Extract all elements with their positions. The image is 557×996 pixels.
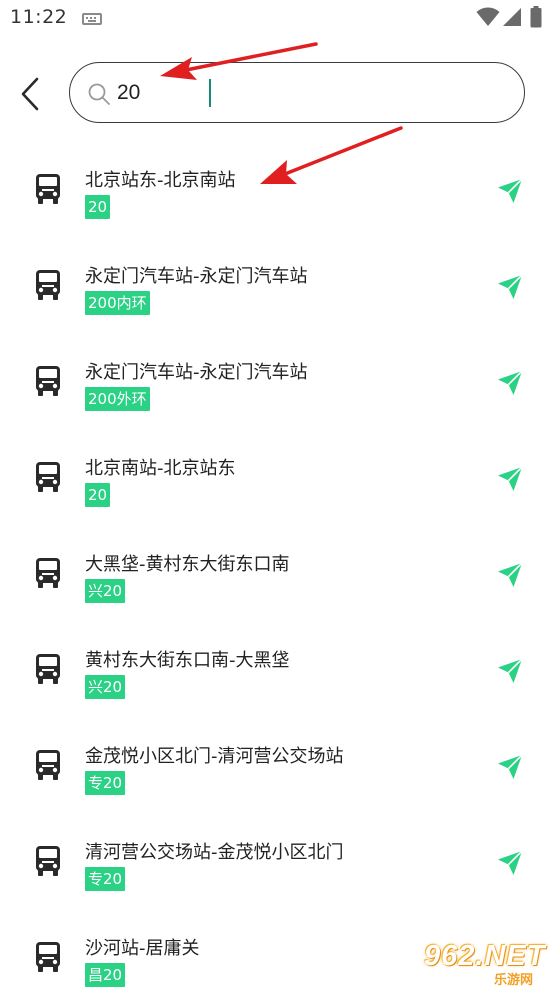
bus-icon — [36, 462, 60, 492]
navigate-icon[interactable] — [496, 849, 524, 877]
route-name: 黄村东大街东口南-大黑垡 — [85, 650, 290, 671]
bus-icon — [36, 750, 60, 780]
route-name: 大黑垡-黄村东大街东口南 — [85, 554, 290, 575]
list-item[interactable]: 沙河站-居庸关 昌20 — [0, 900, 557, 996]
list-item[interactable]: 北京南站-北京站东 20 — [0, 420, 557, 516]
search-input[interactable] — [117, 77, 497, 109]
navigate-icon[interactable] — [496, 561, 524, 589]
bus-icon — [36, 174, 60, 204]
route-number-badge: 专20 — [85, 867, 126, 891]
route-number-badge: 200外环 — [85, 387, 150, 411]
navigate-icon[interactable] — [496, 273, 524, 301]
search-box[interactable] — [69, 62, 525, 123]
list-item[interactable]: 永定门汽车站-永定门汽车站 200外环 — [0, 324, 557, 420]
route-number-badge: 昌20 — [85, 963, 126, 987]
route-number-badge: 兴20 — [85, 579, 126, 603]
status-bar: 11:22 — [0, 0, 557, 38]
status-time: 11:22 — [10, 6, 68, 28]
bus-icon — [36, 558, 60, 588]
list-item[interactable]: 永定门汽车站-永定门汽车站 200内环 — [0, 228, 557, 324]
list-item[interactable]: 黄村东大街东口南-大黑垡 兴20 — [0, 612, 557, 708]
navigate-icon[interactable] — [496, 657, 524, 685]
route-name: 沙河站-居庸关 — [85, 938, 200, 959]
navigate-icon[interactable] — [496, 465, 524, 493]
route-number-badge: 200内环 — [85, 291, 150, 315]
chevron-left-icon — [21, 77, 39, 111]
route-name: 清河营公交场站-金茂悦小区北门 — [85, 842, 344, 863]
navigate-icon[interactable] — [496, 753, 524, 781]
route-name: 永定门汽车站-永定门汽车站 — [85, 362, 308, 383]
list-item[interactable]: 金茂悦小区北门-清河营公交场站 专20 — [0, 708, 557, 804]
list-item[interactable]: 清河营公交场站-金茂悦小区北门 专20 — [0, 804, 557, 900]
route-list: 北京站东-北京南站 20 永定门汽车站-永定门汽车站 200内环 永定门汽车站-… — [0, 132, 557, 996]
route-number-badge: 20 — [85, 483, 111, 507]
navigate-icon[interactable] — [496, 177, 524, 205]
text-caret — [209, 79, 211, 107]
bus-icon — [36, 942, 60, 972]
route-number-badge: 兴20 — [85, 675, 126, 699]
keyboard-icon — [82, 13, 102, 25]
bus-icon — [36, 366, 60, 396]
back-button[interactable] — [12, 72, 48, 116]
route-name: 永定门汽车站-永定门汽车站 — [85, 266, 308, 287]
wifi-icon — [476, 7, 500, 26]
signal-icon — [503, 8, 521, 26]
list-item[interactable]: 北京站东-北京南站 20 — [0, 132, 557, 228]
search-icon — [88, 83, 110, 105]
bus-icon — [36, 270, 60, 300]
route-number-badge: 20 — [85, 195, 111, 219]
route-name: 北京站东-北京南站 — [85, 170, 236, 191]
route-name: 金茂悦小区北门-清河营公交场站 — [85, 746, 344, 767]
bus-icon — [36, 846, 60, 876]
route-name: 北京南站-北京站东 — [85, 458, 236, 479]
battery-icon — [530, 6, 542, 28]
list-item[interactable]: 大黑垡-黄村东大街东口南 兴20 — [0, 516, 557, 612]
route-number-badge: 专20 — [85, 771, 126, 795]
navigate-icon[interactable] — [496, 369, 524, 397]
bus-icon — [36, 654, 60, 684]
